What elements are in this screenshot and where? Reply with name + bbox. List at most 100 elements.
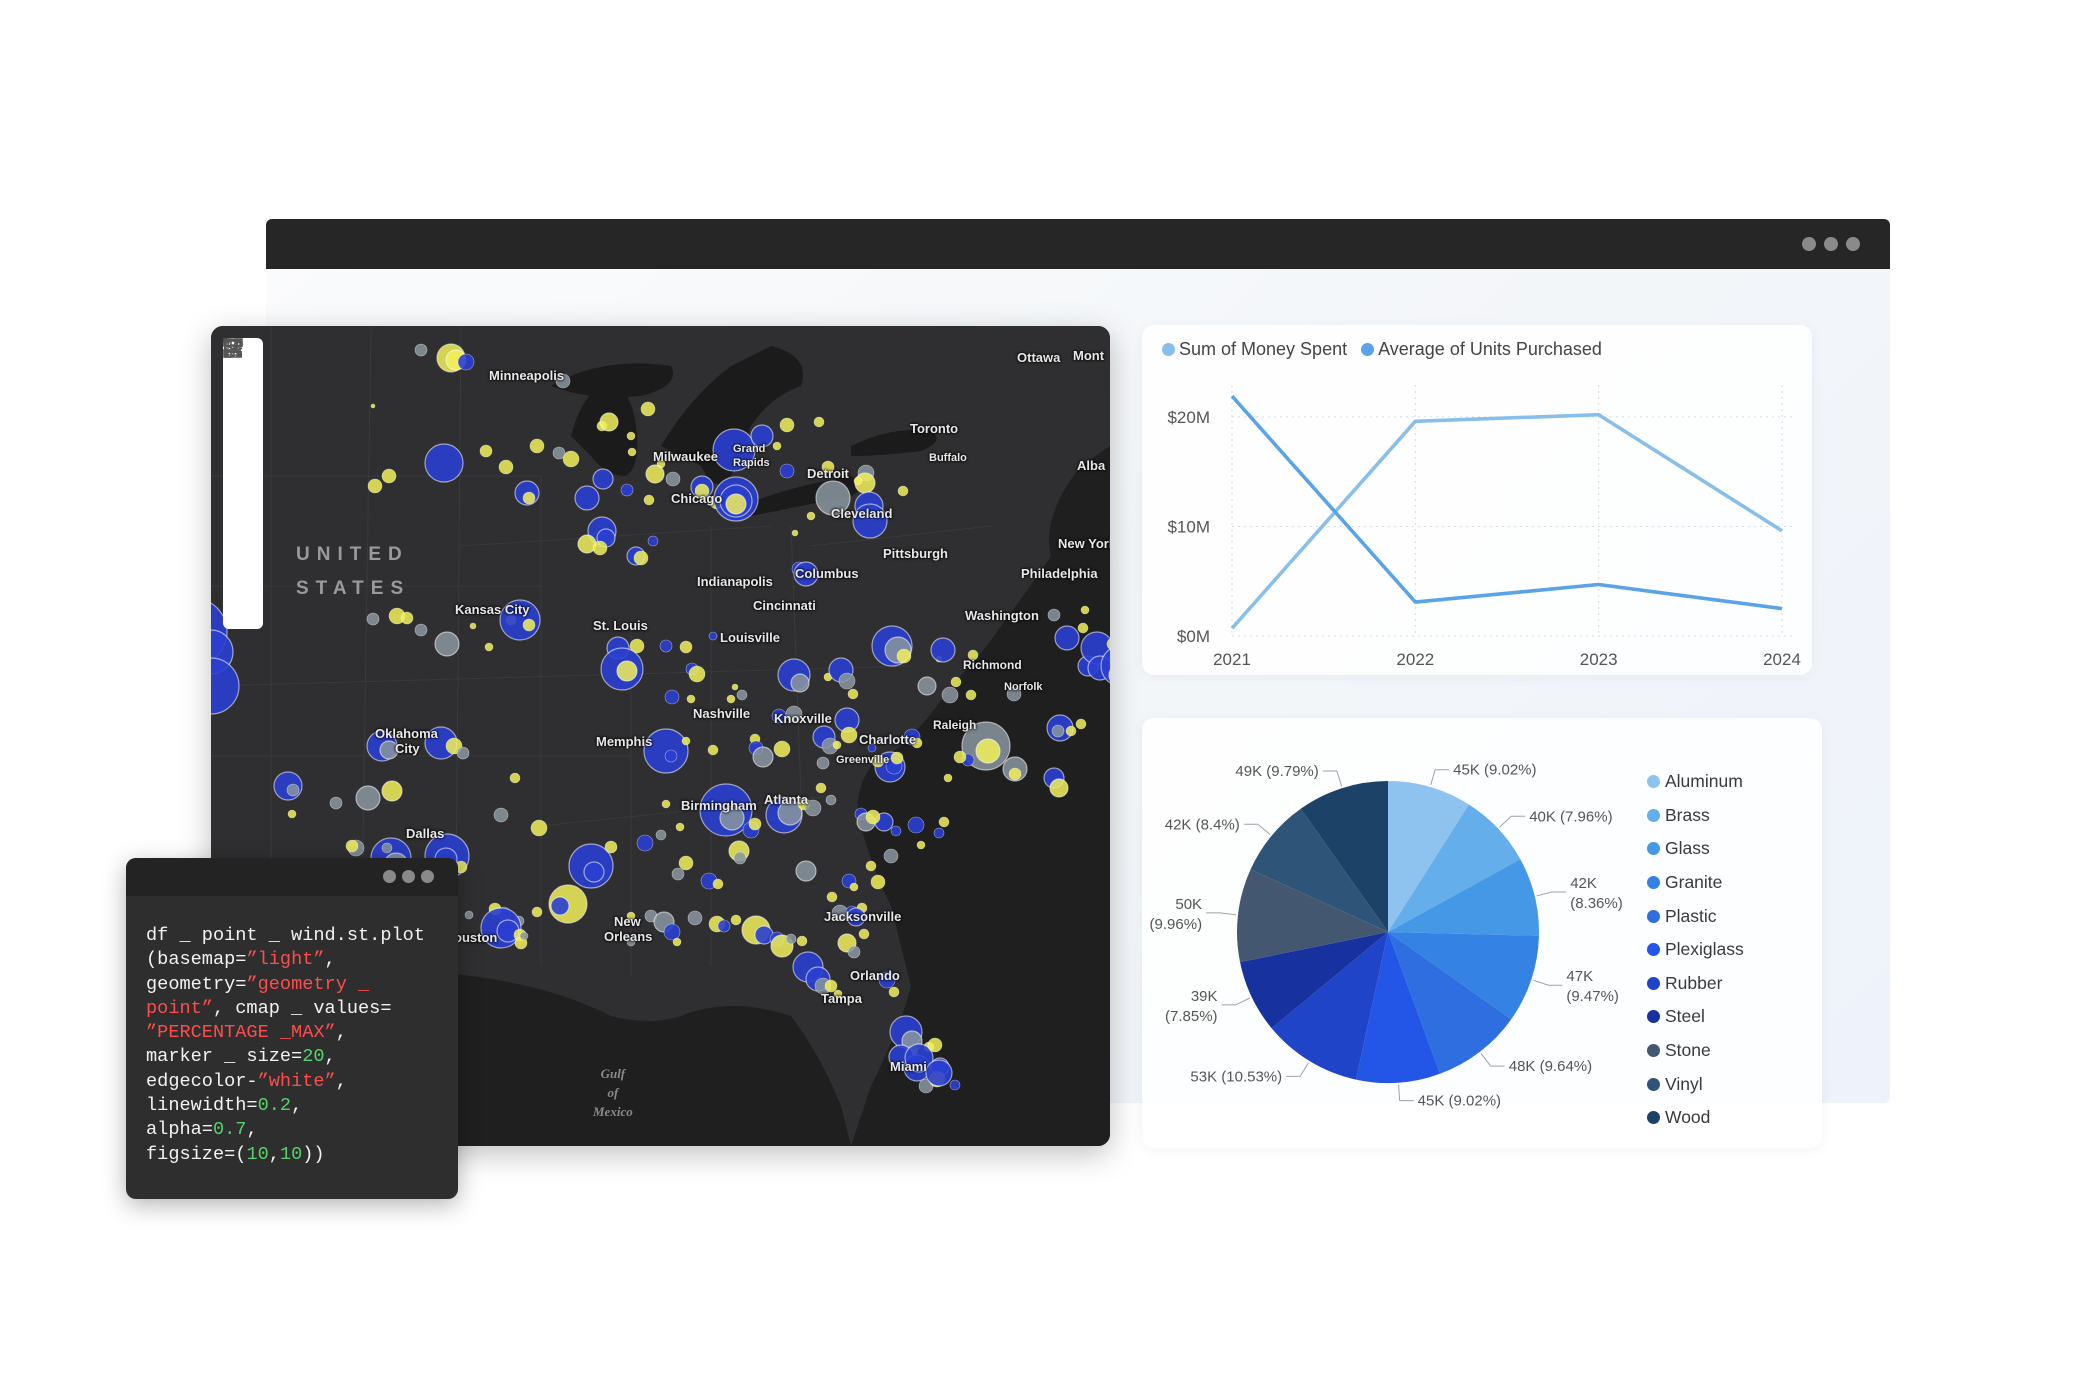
map-marker-yellow[interactable] <box>896 648 912 664</box>
map-marker-yellow[interactable] <box>627 447 637 457</box>
chart-icon[interactable] <box>223 340 263 589</box>
map-marker-blue[interactable] <box>890 825 902 837</box>
map-marker-blue[interactable] <box>424 443 464 483</box>
map-marker-blue[interactable] <box>636 834 654 852</box>
map-marker-gray[interactable] <box>355 785 381 811</box>
map-marker-yellow[interactable] <box>626 431 636 441</box>
map-marker-yellow[interactable] <box>725 493 747 515</box>
map-marker-gray[interactable] <box>847 945 861 959</box>
map-marker-yellow[interactable] <box>1077 622 1089 634</box>
map-marker-blue[interactable] <box>664 749 678 763</box>
map-marker-gray[interactable] <box>493 807 509 823</box>
map-marker-yellow[interactable] <box>791 529 799 537</box>
map-marker-yellow[interactable] <box>840 726 858 744</box>
map-marker-gray[interactable] <box>1051 724 1065 738</box>
map-marker-yellow[interactable] <box>1080 605 1090 615</box>
map-marker-yellow[interactable] <box>484 642 494 652</box>
map-marker-gray[interactable] <box>785 933 797 945</box>
window-control-dot[interactable] <box>421 870 434 883</box>
map-marker-gray[interactable] <box>286 783 300 797</box>
map-marker-yellow[interactable] <box>796 935 808 947</box>
map-marker-blue[interactable] <box>574 485 600 511</box>
map-marker-yellow[interactable] <box>865 860 877 872</box>
pie-legend-item[interactable]: Vinyl <box>1647 1067 1744 1101</box>
map-marker-blue[interactable] <box>583 861 605 883</box>
pie-legend-item[interactable]: Stone <box>1647 1034 1744 1068</box>
map-marker-yellow[interactable] <box>726 694 736 704</box>
map-marker-gray[interactable] <box>414 623 428 637</box>
map-marker-yellow[interactable] <box>707 744 719 756</box>
map-marker-blue[interactable] <box>1054 625 1080 651</box>
map-marker-gray[interactable] <box>519 931 529 941</box>
map-marker-blue[interactable] <box>457 353 475 371</box>
map-marker-gray[interactable] <box>825 794 837 806</box>
map-marker-blue[interactable] <box>907 816 925 834</box>
select-box-icon[interactable] <box>223 339 263 507</box>
map-marker-yellow[interactable] <box>479 444 493 458</box>
window-control-dot[interactable] <box>383 870 396 883</box>
layers-icon[interactable] <box>223 338 263 426</box>
map-marker-yellow[interactable] <box>712 878 724 890</box>
map-marker-gray[interactable] <box>434 631 460 657</box>
map-marker-yellow[interactable] <box>678 855 694 871</box>
map-marker-yellow[interactable] <box>890 751 904 765</box>
pie-legend-item[interactable]: Granite <box>1647 866 1744 900</box>
map-marker-blue[interactable] <box>930 637 956 663</box>
map-marker-yellow[interactable] <box>847 688 859 700</box>
map-marker-blue[interactable] <box>659 639 673 653</box>
map-marker-yellow[interactable] <box>529 438 545 454</box>
map-marker-yellow[interactable] <box>686 694 696 704</box>
map-marker-gray[interactable] <box>655 829 667 841</box>
map-marker-yellow[interactable] <box>381 468 397 484</box>
map-marker-yellow[interactable] <box>604 840 618 854</box>
map-marker-blue[interactable] <box>663 923 681 941</box>
map-marker-yellow[interactable] <box>562 450 580 468</box>
map-marker-gray[interactable] <box>414 343 428 357</box>
map-marker-blue[interactable] <box>779 463 795 479</box>
map-marker-yellow[interactable] <box>806 511 816 521</box>
map-marker-yellow[interactable] <box>688 665 706 683</box>
map-marker-yellow[interactable] <box>975 738 1001 764</box>
map-marker-yellow[interactable] <box>287 809 297 819</box>
pie-legend-item[interactable]: Brass <box>1647 799 1744 833</box>
map-marker-yellow[interactable] <box>345 839 359 853</box>
map-marker-gray[interactable] <box>552 446 566 460</box>
search-icon[interactable] <box>223 339 263 548</box>
map-marker-yellow[interactable] <box>965 689 977 701</box>
map-marker-yellow[interactable] <box>633 550 649 566</box>
map-marker-yellow[interactable] <box>370 403 376 409</box>
map-marker-yellow[interactable] <box>643 494 655 506</box>
window-control-dot[interactable] <box>1846 237 1860 251</box>
map-marker-yellow[interactable] <box>927 1037 943 1053</box>
map-marker-yellow[interactable] <box>858 928 870 940</box>
pie-legend-item[interactable]: Plexiglass <box>1647 933 1744 967</box>
map-marker-gray[interactable] <box>381 842 393 854</box>
map-marker-blue[interactable] <box>647 535 659 547</box>
code-window-controls[interactable] <box>383 870 434 883</box>
map-marker-gray[interactable] <box>941 686 959 704</box>
map-marker-yellow[interactable] <box>469 622 477 630</box>
map-marker-yellow[interactable] <box>938 816 950 828</box>
map-marker-yellow[interactable] <box>672 937 682 947</box>
map-marker-yellow[interactable] <box>592 540 608 556</box>
map-marker-gray[interactable] <box>752 746 774 768</box>
map-marker-yellow[interactable] <box>853 476 863 486</box>
window-control-dot[interactable] <box>1802 237 1816 251</box>
map-marker-yellow[interactable] <box>681 736 691 746</box>
map-marker-blue[interactable] <box>550 896 570 916</box>
map-marker-yellow[interactable] <box>849 882 859 892</box>
map-marker-blue[interactable] <box>717 919 731 933</box>
map-marker-yellow[interactable] <box>645 464 665 484</box>
map-marker-blue[interactable] <box>933 827 945 839</box>
map-marker-gray[interactable] <box>687 910 703 926</box>
map-marker-yellow[interactable] <box>865 809 881 825</box>
map-marker-gray[interactable] <box>733 851 747 865</box>
map-marker-yellow[interactable] <box>679 640 693 654</box>
map-marker-yellow[interactable] <box>599 412 619 432</box>
map-marker-gray[interactable] <box>790 673 810 693</box>
map-marker-gray[interactable] <box>816 756 830 770</box>
map-marker-gray[interactable] <box>456 746 470 760</box>
map-marker-gray[interactable] <box>795 860 817 882</box>
map-marker-yellow[interactable] <box>897 485 909 497</box>
map-marker-gray[interactable] <box>917 676 937 696</box>
